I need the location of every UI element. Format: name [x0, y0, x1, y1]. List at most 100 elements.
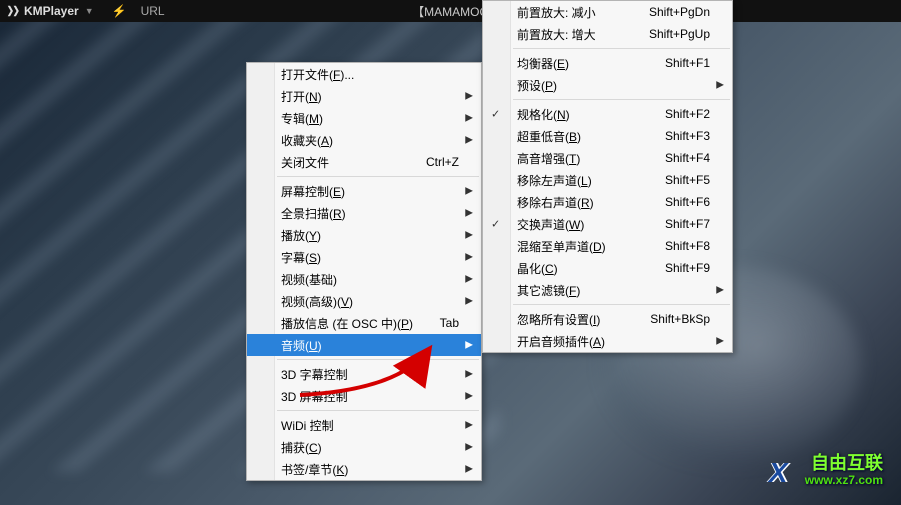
- menu-item[interactable]: 预设(P)▶: [483, 74, 732, 96]
- watermark-line2: www.xz7.com: [805, 474, 883, 487]
- menu-item-label: 打开文件(F)...: [281, 66, 459, 83]
- menu-item[interactable]: ✓ 规格化(N) Shift+F2: [483, 103, 732, 125]
- menu-group-2: 均衡器(E)Shift+F1预设(P)▶: [483, 52, 732, 96]
- menu-item[interactable]: ✓交换声道(W)Shift+F7: [483, 213, 732, 235]
- menu-item[interactable]: 3D 字幕控制 ▶: [247, 363, 481, 385]
- menu-item[interactable]: 混缩至单声道(D) Shift+F8: [483, 235, 732, 257]
- menu-item-label: 打开(N): [281, 88, 459, 105]
- menu-item-shortcut: Shift+F2: [665, 107, 710, 121]
- menu-item[interactable]: 前置放大: 增大 Shift+PgUp: [483, 23, 732, 45]
- menu-item-shortcut: Shift+PgUp: [649, 27, 710, 41]
- url-label[interactable]: URL: [141, 4, 165, 18]
- menu-item-label: 高音增强(T): [517, 150, 641, 167]
- submenu-arrow-icon: ▶: [465, 369, 473, 380]
- menu-item[interactable]: 晶化(C)Shift+F9: [483, 257, 732, 279]
- menu-item-label: 书签/章节(K): [281, 461, 459, 478]
- context-menu-audio: 前置放大: 减小 Shift+PgDn 前置放大: 增大 Shift+PgUp 均衡器…: [482, 0, 733, 353]
- menu-item[interactable]: 其它滤镜(F)▶: [483, 279, 732, 301]
- menu-item-shortcut: Ctrl+Z: [426, 155, 459, 169]
- context-menu-main: 打开文件(F)...打开(N)▶专辑(M)▶收藏夹(A)▶关闭文件Ctrl+Z …: [246, 62, 482, 481]
- menu-item[interactable]: 视频(高级)(V) ▶: [247, 290, 481, 312]
- submenu-arrow-icon: ▶: [465, 91, 473, 102]
- menu-item-label: 视频(高级)(V): [281, 293, 459, 310]
- menu-item-shortcut: Shift+F9: [665, 261, 710, 275]
- menu-item[interactable]: 开启音频插件(A)▶: [483, 330, 732, 352]
- menu-item[interactable]: 捕获(C) ▶: [247, 436, 481, 458]
- menu-item[interactable]: 移除右声道(R) Shift+F6: [483, 191, 732, 213]
- menu-item-label: 规格化(N): [517, 106, 641, 123]
- submenu-arrow-icon: ▶: [465, 296, 473, 307]
- menu-item-label: 均衡器(E): [517, 55, 641, 72]
- menu-item-label: 移除右声道(R): [517, 194, 641, 211]
- menu-item-label: 前置放大: 增大: [517, 26, 625, 43]
- menu-item[interactable]: 字幕(S) ▶: [247, 246, 481, 268]
- menu-item-label: 交换声道(W): [517, 216, 641, 233]
- submenu-arrow-icon: ▶: [465, 113, 473, 124]
- menu-item[interactable]: WiDi 控制▶: [247, 414, 481, 436]
- submenu-arrow-icon: ▶: [465, 420, 473, 431]
- menu-item-label: 移除左声道(L): [517, 172, 641, 189]
- check-icon: ✓: [491, 108, 500, 121]
- menu-item[interactable]: 收藏夹(A)▶: [247, 129, 481, 151]
- menu-item-label: 字幕(S): [281, 249, 459, 266]
- menu-group-1: 前置放大: 减小 Shift+PgDn 前置放大: 增大 Shift+PgUp: [483, 1, 732, 45]
- menu-separator: [513, 99, 730, 100]
- menu-group-3: ✓规格化(N)Shift+F2超重低音(B)Shift+F3高音增强(T)Shi…: [483, 103, 732, 301]
- watermark-x-icon: X: [769, 458, 788, 489]
- menu-item-label: 3D 屏幕控制: [281, 388, 459, 405]
- menu-item[interactable]: 音频(U)▶: [247, 334, 481, 356]
- menu-item-label: 3D 字幕控制: [281, 366, 459, 383]
- menu-item[interactable]: 高音增强(T)Shift+F4: [483, 147, 732, 169]
- menu-item-label: 全景扫描(R): [281, 205, 459, 222]
- submenu-arrow-icon: ▶: [716, 336, 724, 347]
- menu-item-shortcut: Shift+PgDn: [649, 5, 710, 19]
- menu-item-shortcut: Shift+F8: [665, 239, 710, 253]
- menu-group-3: 3D 字幕控制 ▶ 3D 屏幕控制▶: [247, 363, 481, 407]
- menu-item[interactable]: 移除左声道(L)Shift+F5: [483, 169, 732, 191]
- menu-item[interactable]: 视频(基础) ▶: [247, 268, 481, 290]
- menu-item[interactable]: 超重低音(B)Shift+F3: [483, 125, 732, 147]
- menu-group-4: WiDi 控制▶ 捕获(C) ▶ 书签/章节(K) ▶: [247, 414, 481, 480]
- menu-item[interactable]: 打开文件(F)...: [247, 63, 481, 85]
- menu-item[interactable]: 专辑(M) ▶: [247, 107, 481, 129]
- menu-item[interactable]: 书签/章节(K) ▶: [247, 458, 481, 480]
- menu-item-label: 前置放大: 减小: [517, 4, 625, 21]
- menu-separator: [277, 359, 479, 360]
- menu-item-shortcut: Tab: [440, 316, 459, 330]
- menu-item[interactable]: 忽略所有设置(I)Shift+BkSp: [483, 308, 732, 330]
- menu-item-label: 播放信息 (在 OSC 中)(P): [281, 315, 416, 332]
- menu-item-label: 专辑(M): [281, 110, 459, 127]
- check-icon: ✓: [491, 218, 500, 231]
- menu-item[interactable]: 播放(Y)▶: [247, 224, 481, 246]
- menu-item[interactable]: 全景扫描(R)▶: [247, 202, 481, 224]
- menu-separator: [277, 410, 479, 411]
- menu-item[interactable]: 打开(N) ▶: [247, 85, 481, 107]
- chevron-down-icon[interactable]: ▼: [85, 6, 94, 16]
- menu-group-2: 屏幕控制(E)▶全景扫描(R)▶播放(Y)▶字幕(S)▶视频(基础)▶视频(高级…: [247, 180, 481, 356]
- submenu-arrow-icon: ▶: [465, 442, 473, 453]
- menu-item[interactable]: 播放信息 (在 OSC 中)(P) Tab: [247, 312, 481, 334]
- menu-separator: [277, 176, 479, 177]
- submenu-arrow-icon: ▶: [716, 80, 724, 91]
- menu-item[interactable]: 3D 屏幕控制▶: [247, 385, 481, 407]
- menu-group-1: 打开文件(F)... 打开(N) ▶ 专辑(M) ▶ 收藏夹(A)▶关闭文件Ctrl+Z: [247, 63, 481, 173]
- menu-item-label: 混缩至单声道(D): [517, 238, 641, 255]
- submenu-arrow-icon: ▶: [465, 252, 473, 263]
- bolt-icon[interactable]: ⚡: [112, 4, 127, 18]
- menu-item-label: 视频(基础): [281, 271, 459, 288]
- submenu-arrow-icon: ▶: [465, 186, 473, 197]
- submenu-arrow-icon: ▶: [465, 464, 473, 475]
- menu-item[interactable]: 均衡器(E)Shift+F1: [483, 52, 732, 74]
- menu-separator: [513, 304, 730, 305]
- menu-item[interactable]: 关闭文件Ctrl+Z: [247, 151, 481, 173]
- menu-item[interactable]: 前置放大: 减小 Shift+PgDn: [483, 1, 732, 23]
- app-logo: KMPlayer: [6, 4, 79, 18]
- menu-item-shortcut: Shift+BkSp: [650, 312, 710, 326]
- menu-item-label: 捕获(C): [281, 439, 459, 456]
- menu-item-shortcut: Shift+F6: [665, 195, 710, 209]
- menu-item-label: 其它滤镜(F): [517, 282, 710, 299]
- menu-item[interactable]: 屏幕控制(E)▶: [247, 180, 481, 202]
- submenu-arrow-icon: ▶: [465, 274, 473, 285]
- menu-item-label: 播放(Y): [281, 227, 459, 244]
- menu-item-label: 收藏夹(A): [281, 132, 459, 149]
